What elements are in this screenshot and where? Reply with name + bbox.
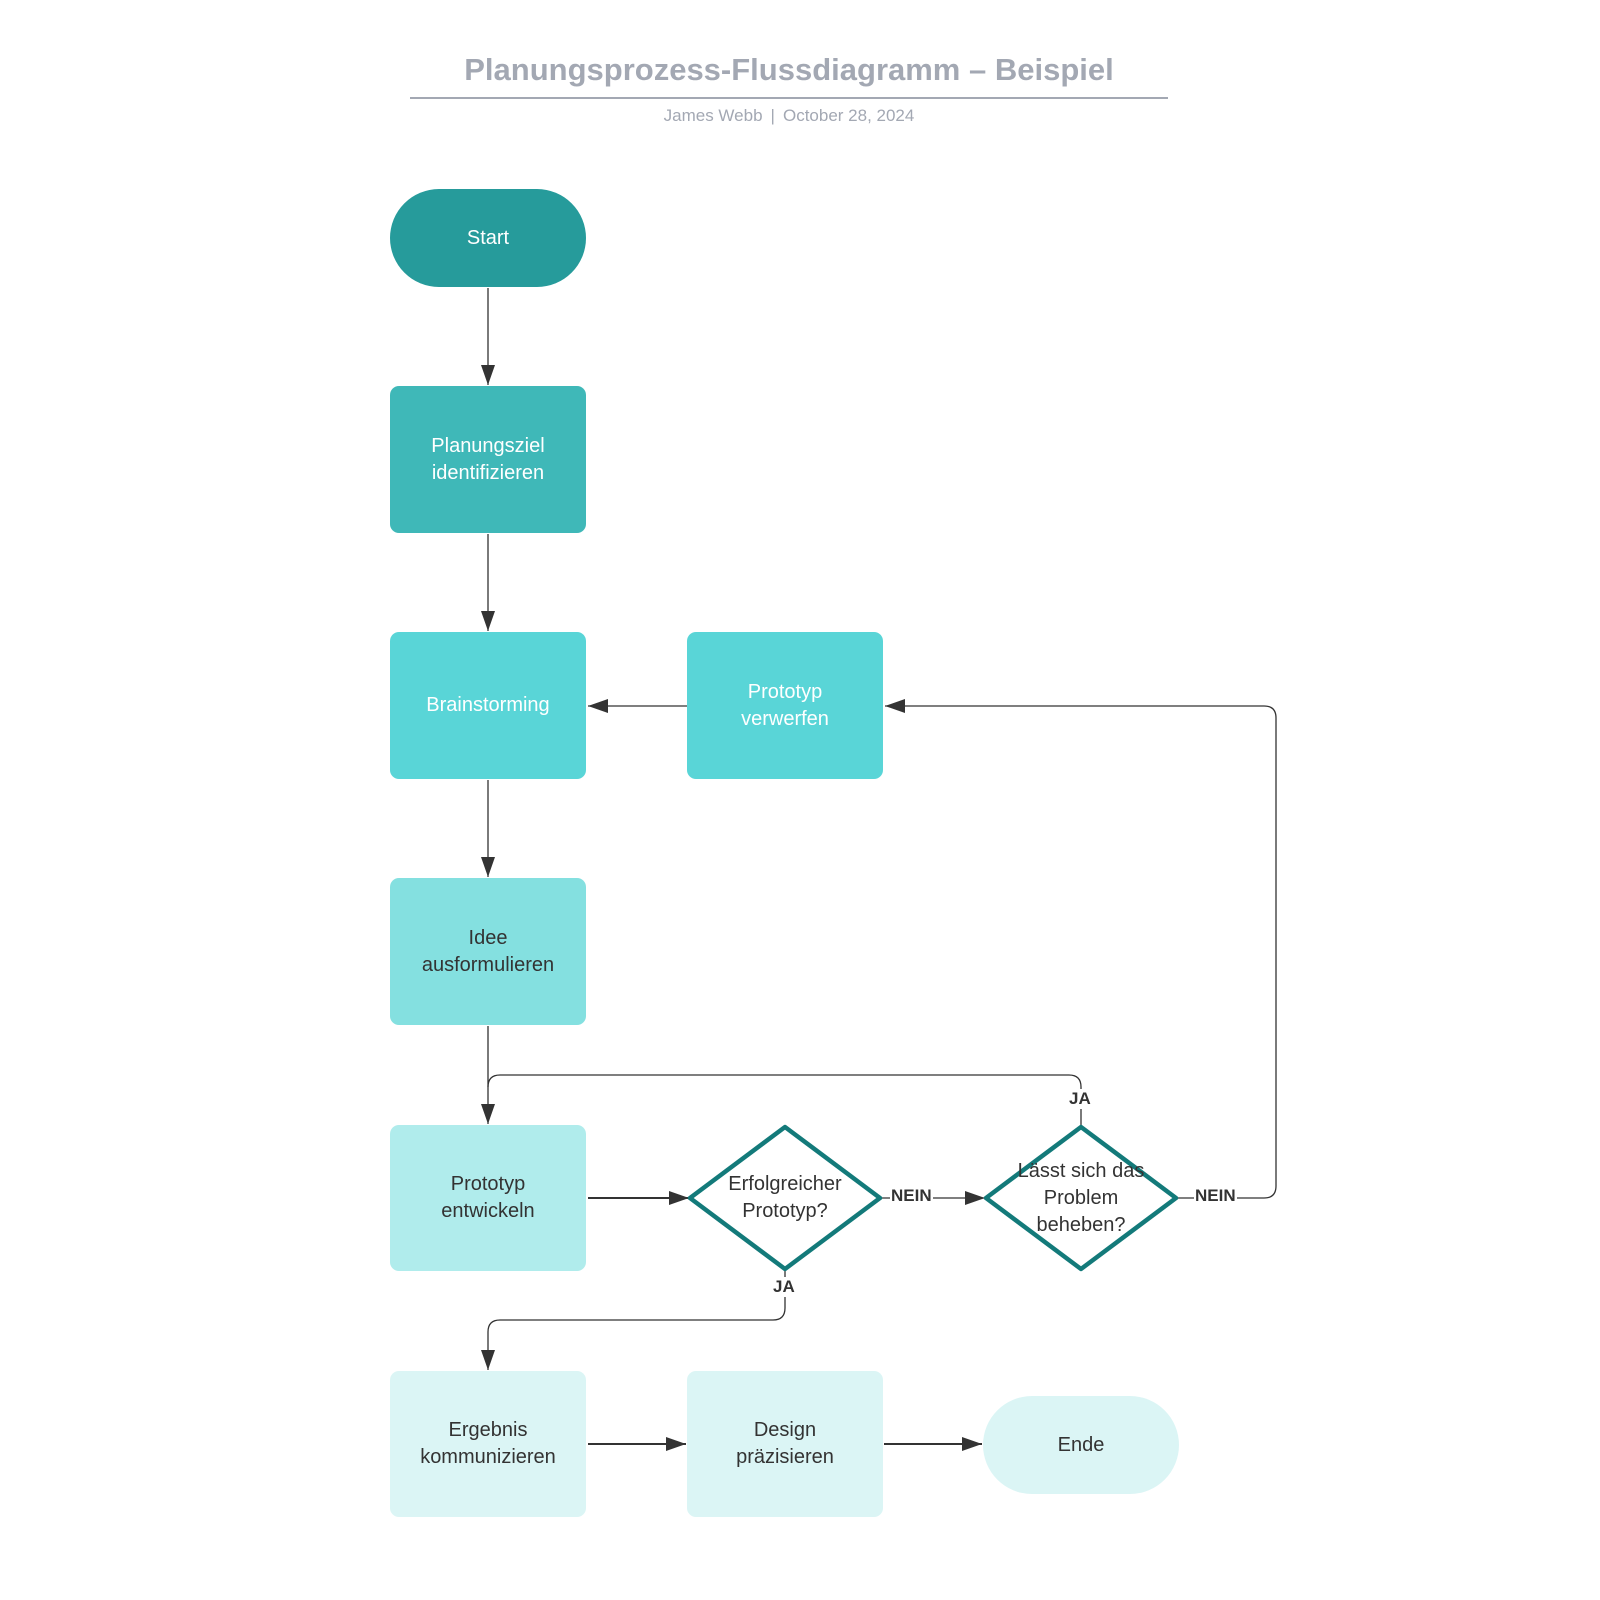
design-label: Design präzisieren: [736, 1419, 834, 1468]
edge-label-problem-ja: JA: [1068, 1089, 1092, 1109]
edge-label-problem-nein: NEIN: [1194, 1186, 1237, 1206]
edge-erfolgreicher-ja: [481, 1270, 786, 1370]
step-idee[interactable]: Idee ausformulieren: [390, 878, 586, 1025]
step-design[interactable]: Design präzisieren: [687, 1371, 883, 1517]
start-label: Start: [466, 226, 510, 249]
edge-label-erfolgreicher-ja: JA: [772, 1277, 796, 1297]
step-prototyp-entwickeln[interactable]: Prototyp entwickeln: [390, 1125, 586, 1271]
ergebnis-label: Ergebnis kommunizieren: [420, 1419, 556, 1468]
ende-terminator[interactable]: Ende: [983, 1396, 1179, 1494]
step-ergebnis[interactable]: Ergebnis kommunizieren: [390, 1371, 586, 1517]
edge-problem-ja: [487, 1074, 1082, 1126]
ende-label: Ende: [1057, 1433, 1105, 1456]
connector-layer: [481, 288, 1277, 1451]
planungsziel-label: Planungsziel identifizieren: [431, 434, 545, 484]
step-brainstorming[interactable]: Brainstorming: [390, 632, 586, 779]
start-terminator[interactable]: Start: [390, 189, 586, 287]
step-prototyp-verwerfen[interactable]: Prototyp verwerfen: [687, 632, 883, 779]
decision-problem[interactable]: Lässt sich das Problem beheben?: [1001, 1145, 1161, 1251]
idee-label: Idee ausformulieren: [421, 926, 555, 976]
prototyp-verwerfen-label: Prototyp verwerfen: [741, 680, 829, 730]
edge-label-erfolgreicher-nein: NEIN: [890, 1186, 933, 1206]
brainstorming-label: Brainstorming: [426, 694, 550, 716]
prototyp-entwickeln-label: Prototyp entwickeln: [441, 1173, 535, 1222]
decision-erfolgreicher[interactable]: Erfolgreicher Prototyp?: [705, 1148, 865, 1248]
erfolgreicher-label: Erfolgreicher Prototyp?: [728, 1173, 842, 1222]
step-planungsziel[interactable]: Planungsziel identifizieren: [390, 386, 586, 533]
problem-label: Lässt sich das Problem beheben?: [1017, 1159, 1145, 1236]
